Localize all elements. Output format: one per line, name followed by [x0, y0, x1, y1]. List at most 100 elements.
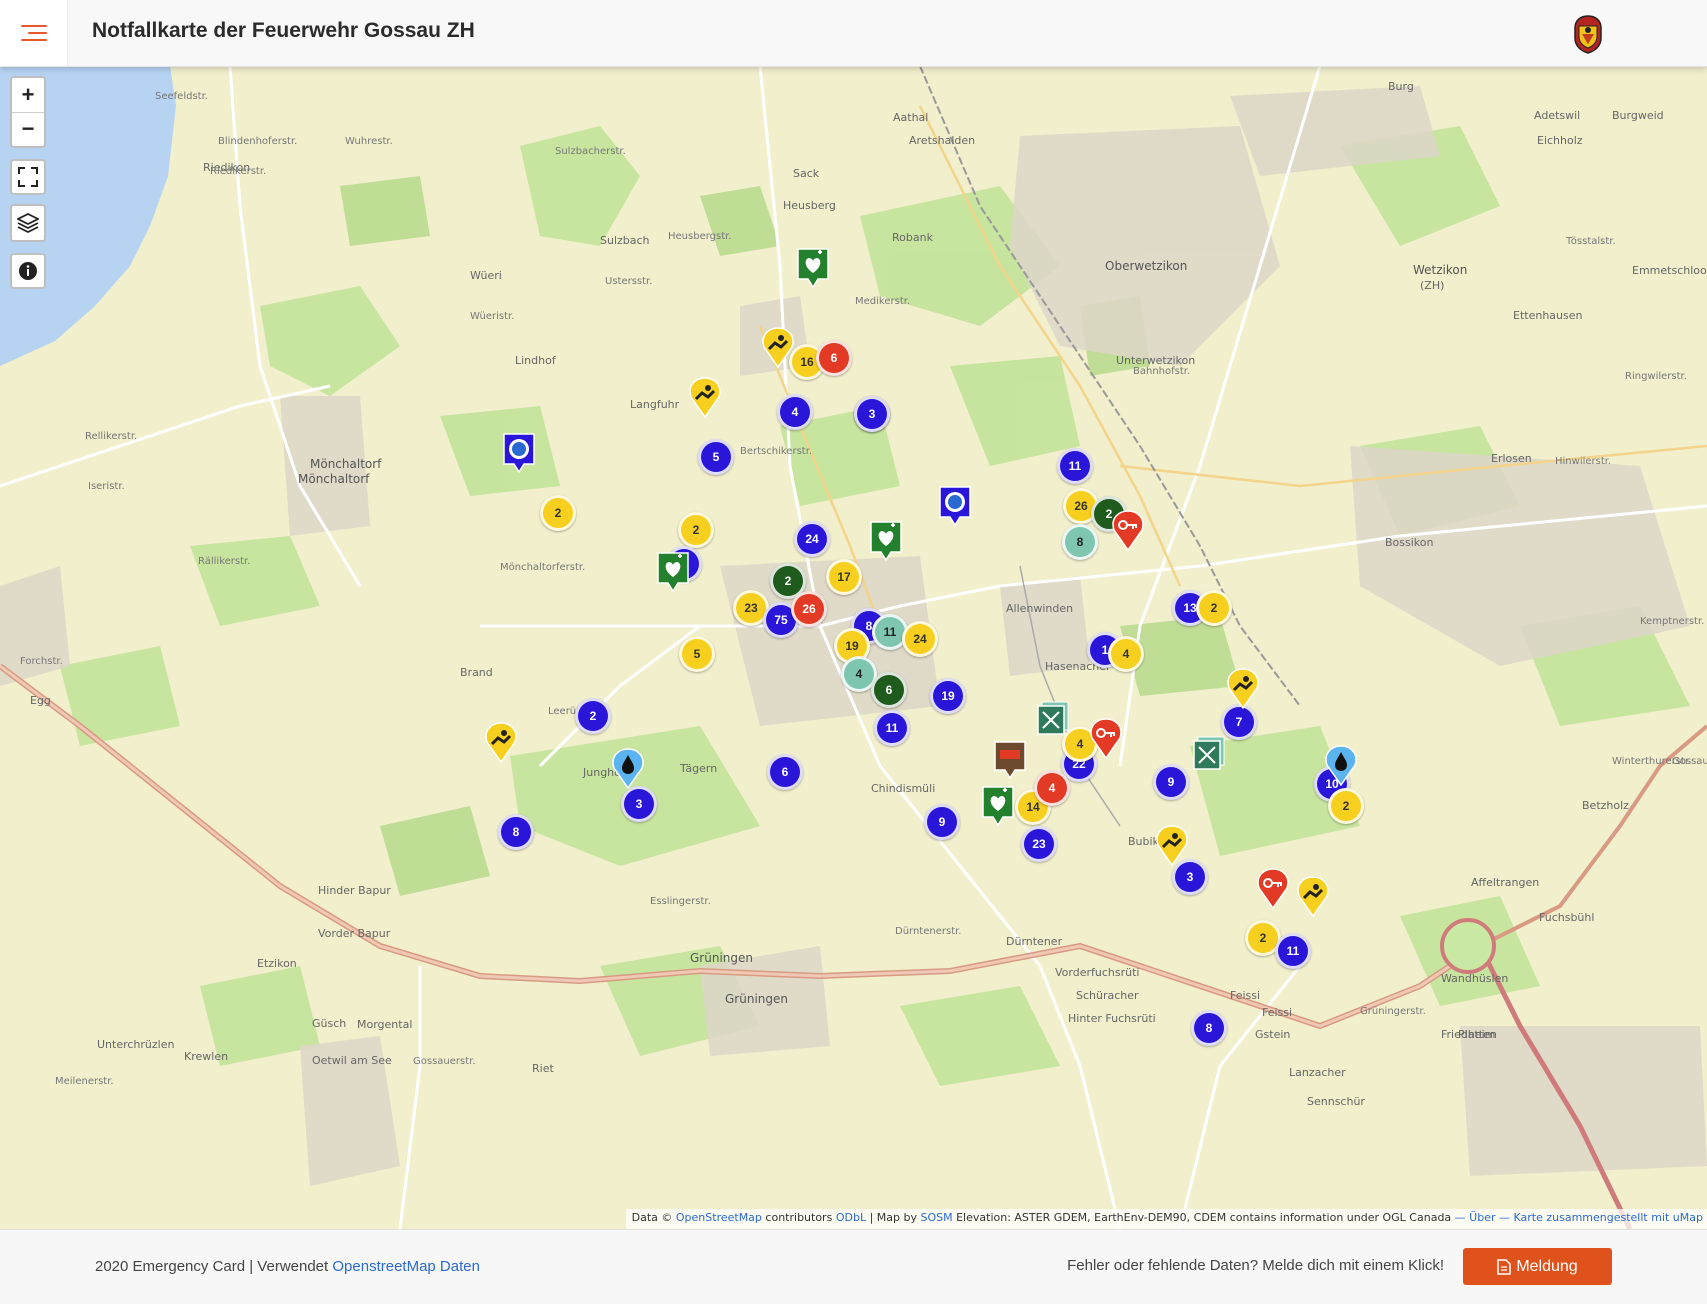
- road-label: Esslingerstr.: [650, 896, 711, 907]
- marker-cluster[interactable]: 6: [816, 340, 852, 376]
- marker-cluster[interactable]: 2: [1196, 590, 1232, 626]
- key-depot-icon[interactable]: [1256, 868, 1290, 910]
- place-label: Chindismüli: [871, 782, 936, 795]
- place-label: Betzholz: [1582, 799, 1629, 812]
- marker-cluster[interactable]: 9: [1153, 764, 1189, 800]
- marker-cluster[interactable]: 11: [874, 710, 910, 746]
- place-label: Unterchrüzlen: [97, 1038, 175, 1051]
- attribution-prefix: Data ©: [631, 1211, 673, 1224]
- defibrillator-icon[interactable]: [981, 785, 1015, 827]
- marker-cluster[interactable]: 23: [1021, 826, 1057, 862]
- marker-cluster[interactable]: 6: [767, 754, 803, 790]
- menu-button[interactable]: [0, 0, 68, 66]
- place-label: Erlosen: [1491, 452, 1532, 465]
- water-source-icon[interactable]: [611, 748, 645, 790]
- odbl-link[interactable]: ODbL: [836, 1211, 866, 1224]
- defibrillator-icon[interactable]: [656, 551, 690, 593]
- about-link[interactable]: — Über: [1455, 1211, 1496, 1224]
- road-label: Sulzbacherstr.: [555, 146, 626, 157]
- marker-cluster[interactable]: 3: [621, 786, 657, 822]
- map-view[interactable]: Burg Burgweid Adetswil Eichholz Aathal Aretsh…: [0, 66, 1707, 1229]
- hazard-icon[interactable]: [688, 377, 722, 419]
- fullscreen-icon: [18, 167, 38, 187]
- road-label: Grüningerstr.: [1360, 1006, 1426, 1017]
- hazard-icon[interactable]: [761, 327, 795, 369]
- place-label: Krewlen: [184, 1050, 229, 1063]
- defibrillator-icon[interactable]: [796, 247, 830, 289]
- road-label: Meilenerstr.: [55, 1076, 114, 1087]
- page-title: Notfallkarte der Feuerwehr Gossau ZH: [92, 19, 475, 42]
- marker-cluster[interactable]: 2: [678, 512, 714, 548]
- marker-cluster[interactable]: 2: [540, 495, 576, 531]
- fire-station-icon[interactable]: [938, 485, 972, 527]
- marker-cluster[interactable]: 17: [826, 559, 862, 595]
- zoom-control: + −: [10, 76, 46, 148]
- marker-cluster[interactable]: 6: [871, 672, 907, 708]
- document-icon: [1497, 1258, 1512, 1275]
- hazard-icon[interactable]: [1296, 876, 1330, 918]
- place-label: Lindhof: [515, 354, 556, 367]
- assembly-point-icon[interactable]: [1192, 735, 1226, 777]
- sosm-link[interactable]: SOSM: [920, 1211, 952, 1224]
- key-depot-icon[interactable]: [1089, 718, 1123, 760]
- place-label: Sennschür: [1307, 1095, 1365, 1108]
- marker-cluster[interactable]: 8: [1062, 524, 1098, 560]
- umap-link[interactable]: — Karte zusammengestellt mit uMap: [1499, 1211, 1703, 1224]
- marker-cluster[interactable]: 8: [1191, 1010, 1227, 1046]
- defibrillator-icon[interactable]: [869, 520, 903, 562]
- zoom-out-button[interactable]: −: [12, 113, 44, 147]
- fire-station-icon[interactable]: [502, 432, 536, 474]
- key-depot-icon[interactable]: [1111, 510, 1145, 552]
- marker-cluster[interactable]: 4: [777, 394, 813, 430]
- report-button[interactable]: Meldung: [1463, 1248, 1612, 1285]
- marker-cluster[interactable]: 26: [791, 591, 827, 627]
- place-label: Bossikon: [1385, 536, 1434, 549]
- place-label: Platten: [1458, 1028, 1497, 1041]
- marker-cluster[interactable]: 8: [498, 814, 534, 850]
- place-label: Vorder Bapur: [318, 927, 391, 940]
- fire-brigade-logo: [1574, 15, 1602, 54]
- marker-cluster[interactable]: 2: [575, 698, 611, 734]
- marker-cluster[interactable]: 24: [902, 621, 938, 657]
- report-button-label: Meldung: [1516, 1257, 1578, 1275]
- road-label: Bahnhofstr.: [1133, 366, 1191, 377]
- road-label: Ringwilerstr.: [1625, 371, 1687, 382]
- road-label: Bertschikerstr.: [740, 446, 813, 457]
- marker-cluster[interactable]: 2: [1328, 788, 1364, 824]
- place-label: Langfuhr: [630, 398, 680, 411]
- marker-cluster[interactable]: 9: [924, 804, 960, 840]
- hazard-icon[interactable]: [1226, 668, 1260, 710]
- place-label: Robank: [892, 231, 933, 244]
- attribution-mapby: | Map by: [869, 1211, 917, 1224]
- marker-cluster[interactable]: 4: [1034, 770, 1070, 806]
- place-label: Güsch: [312, 1017, 347, 1030]
- marker-cluster[interactable]: 24: [794, 521, 830, 557]
- water-source-icon[interactable]: [1324, 745, 1358, 787]
- osm-data-link[interactable]: OpenstreetMap Daten: [332, 1258, 480, 1275]
- place-label: Wüeri: [470, 269, 502, 282]
- marker-cluster[interactable]: 11: [1275, 933, 1311, 969]
- place-label: Grüningen: [725, 992, 788, 1006]
- marker-cluster[interactable]: 3: [854, 396, 890, 432]
- place-label: Burgweid: [1612, 109, 1664, 122]
- layers-button[interactable]: [10, 204, 46, 242]
- hazard-icon[interactable]: [484, 722, 518, 764]
- hazard-icon[interactable]: [1155, 825, 1189, 867]
- marker-cluster[interactable]: 11: [1057, 448, 1093, 484]
- zoom-in-button[interactable]: +: [12, 78, 44, 113]
- marker-cluster[interactable]: 5: [679, 636, 715, 672]
- place-label: Lanzacher: [1289, 1066, 1346, 1079]
- marker-cluster[interactable]: 4: [1108, 636, 1144, 672]
- assembly-point-icon[interactable]: [1036, 700, 1070, 742]
- map-attribution: Data © OpenStreetMap contributors ODbL |…: [625, 1209, 1707, 1229]
- sign-icon[interactable]: [993, 740, 1027, 782]
- info-button[interactable]: [10, 253, 46, 289]
- road-label: Rällikerstr.: [198, 556, 251, 567]
- marker-cluster[interactable]: 5: [698, 439, 734, 475]
- marker-cluster[interactable]: 19: [930, 678, 966, 714]
- fullscreen-button[interactable]: [10, 159, 46, 195]
- osm-link[interactable]: OpenStreetMap: [676, 1211, 762, 1224]
- menu-icon: [20, 25, 47, 41]
- road-label: Tösstalstr.: [1566, 236, 1616, 247]
- place-label: Mönchaltorf: [310, 457, 382, 471]
